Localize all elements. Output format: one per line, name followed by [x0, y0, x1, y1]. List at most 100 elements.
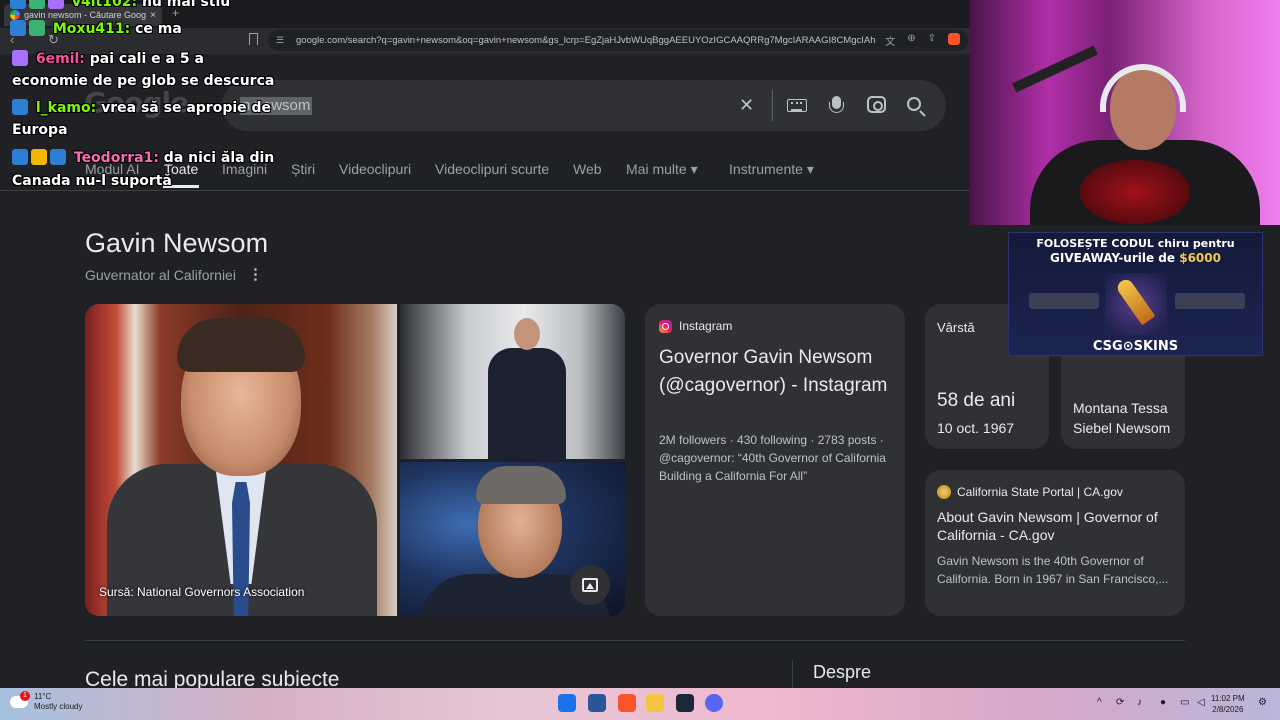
webcam-feed	[970, 0, 1280, 225]
search-icon[interactable]	[907, 97, 921, 111]
tab-news[interactable]: Știri	[291, 161, 315, 177]
ca-gov-title-link[interactable]: About Gavin Newsom | Governor of Califor…	[937, 508, 1177, 544]
chat-message: v4lt102: nu mai stiu	[10, 0, 230, 11]
brave-shield-icon[interactable]	[948, 33, 960, 45]
file-explorer-icon[interactable]	[646, 694, 664, 712]
share-icon[interactable]: ⇪	[928, 33, 936, 48]
sponsor-line2-prefix: GIVEAWAY-urile de	[1050, 251, 1180, 265]
entity-title: Gavin Newsom	[85, 228, 269, 258]
standing-figure	[488, 318, 566, 459]
shirt-print	[1080, 160, 1190, 224]
site-settings-icon[interactable]: ☰	[276, 35, 288, 46]
crown-badge-icon	[31, 149, 47, 165]
system-clock[interactable]: 11:02 PM 2/8/2026	[1211, 693, 1245, 715]
tab-close-icon[interactable]: ×	[150, 10, 156, 21]
bookmark-icon[interactable]	[249, 33, 258, 45]
entity-subtitle: Guvernator al Californiei	[85, 267, 236, 283]
standing-photo[interactable]	[400, 304, 625, 459]
notifications-icon[interactable]: ⚙	[1258, 697, 1267, 708]
instagram-title-link[interactable]: Governor Gavin Newsom (@cagovernor) - In…	[659, 344, 899, 400]
chat-text: ce ma	[135, 21, 182, 37]
clear-search-icon[interactable]: ✕	[739, 93, 754, 117]
zoom-icon[interactable]: ⊕	[907, 33, 915, 48]
chat-text: da nici ăla din	[163, 150, 275, 166]
clock-time: 11:02 PM	[1211, 694, 1245, 703]
photo-hair	[177, 318, 305, 372]
instagram-icon	[659, 319, 672, 333]
ca-gov-description: Gavin Newsom is the 40th Governor of Cal…	[937, 554, 1169, 586]
sponsor-brand: CSG⊙SKINS	[1092, 339, 1179, 354]
chat-badge-icon	[48, 0, 64, 9]
cloud-icon: 1	[10, 691, 30, 708]
age-value: 58 de ani	[937, 390, 1016, 411]
chat-username: v4lt102:	[71, 0, 138, 10]
image-icon	[582, 578, 598, 592]
section-divider	[85, 640, 1185, 641]
chat-message-continued: economie de pe glob se descurca	[12, 73, 275, 89]
translate-icon[interactable]: 文	[885, 33, 895, 48]
volume-icon[interactable]: ◁	[1197, 697, 1205, 708]
ca-gov-source-label: California State Portal | CA.gov	[957, 485, 1123, 499]
tab-web[interactable]: Web	[573, 161, 602, 177]
about-heading: Despre	[813, 662, 872, 682]
child-name: Montana Tessa Siebel Newsom	[1073, 400, 1171, 436]
headset-icon	[1100, 64, 1186, 112]
chat-text: pai cali e a 5 a	[89, 51, 204, 67]
column-divider	[792, 660, 793, 690]
chat-badge-icon	[10, 0, 26, 9]
voice-search-icon[interactable]	[829, 96, 844, 113]
start-icon[interactable]	[558, 694, 576, 712]
chat-badge-icon	[10, 20, 26, 36]
ca-gov-source: California State Portal | CA.gov	[937, 485, 1123, 499]
chat-badge-icon	[29, 0, 45, 9]
closeup-photo[interactable]	[400, 462, 625, 616]
tab-tools[interactable]: Instrumente ▾	[729, 161, 814, 178]
chat-message-continued: Europa	[12, 122, 68, 138]
brave-browser-icon[interactable]	[618, 694, 636, 712]
chat-message: l_kamo: vrea să se apropie de	[12, 99, 271, 117]
steam-icon[interactable]	[676, 694, 694, 712]
url-text[interactable]: google.com/search?q=gavin+newsom&oq=gavi…	[296, 35, 875, 46]
sync-icon[interactable]: ⟳	[1116, 697, 1124, 708]
rifle-skin-icon	[1175, 293, 1245, 309]
mic-arm	[1012, 45, 1098, 93]
sponsor-amount: $6000	[1179, 251, 1221, 265]
tabs-divider	[0, 190, 970, 191]
search-divider	[772, 90, 773, 121]
chat-badge-icon	[29, 20, 45, 36]
sponsor-banner: FOLOSEȘTE CODUL chiru pentru GIVEAWAY-ur…	[1008, 232, 1263, 356]
chat-message: Moxu411: ce ma	[10, 20, 182, 38]
main-portrait-photo[interactable]: Sursă: National Governors Association	[85, 304, 397, 616]
network-icon[interactable]: ▭	[1180, 697, 1189, 708]
task-view-icon[interactable]	[588, 694, 606, 712]
tab-title: gavin newsom - Căutare Google	[24, 10, 147, 20]
chat-username: Moxu411:	[52, 21, 131, 37]
windows-taskbar	[0, 688, 1280, 720]
chat-message-continued: Canada nu-l suportă	[12, 173, 172, 189]
more-images-button[interactable]	[570, 565, 610, 605]
tray-overflow-icon[interactable]: ^	[1097, 697, 1102, 708]
audio-icon[interactable]: ♪	[1137, 697, 1142, 708]
tab-videos[interactable]: Videoclipuri	[339, 161, 411, 177]
chat-username: 6emil:	[35, 51, 85, 67]
chat-message: Teodorra1: da nici ăla din	[12, 149, 274, 167]
tab-more[interactable]: Mai multe ▾	[626, 161, 698, 178]
mic-tray-icon[interactable]: ●	[1160, 697, 1166, 708]
birth-date: 10 oct. 1967	[937, 420, 1015, 436]
tab-short-videos[interactable]: Videoclipuri scurte	[435, 161, 549, 177]
chat-badge-icon	[50, 149, 66, 165]
clock-date: 2/8/2026	[1212, 705, 1244, 714]
keyboard-icon[interactable]	[787, 99, 807, 112]
chat-text: nu mai stiu	[141, 0, 231, 10]
more-options-icon[interactable]: ⋮	[248, 265, 263, 283]
weather-widget[interactable]: 1 11°C Mostly cloudy	[10, 691, 82, 712]
google-favicon-icon	[10, 10, 20, 20]
chat-badge-icon	[12, 149, 28, 165]
ca-gov-result-card[interactable]: California State Portal | CA.gov About G…	[925, 470, 1185, 616]
gift-badge-icon	[12, 50, 28, 66]
discord-icon[interactable]	[705, 694, 723, 712]
omnibox[interactable]: ☰ google.com/search?q=gavin+newsom&oq=ga…	[268, 30, 968, 51]
instagram-result-card[interactable]: Instagram Governor Gavin Newsom (@cagove…	[645, 304, 905, 616]
chat-message: 6emil: pai cali e a 5 a	[12, 50, 204, 68]
google-lens-icon[interactable]	[867, 96, 886, 113]
